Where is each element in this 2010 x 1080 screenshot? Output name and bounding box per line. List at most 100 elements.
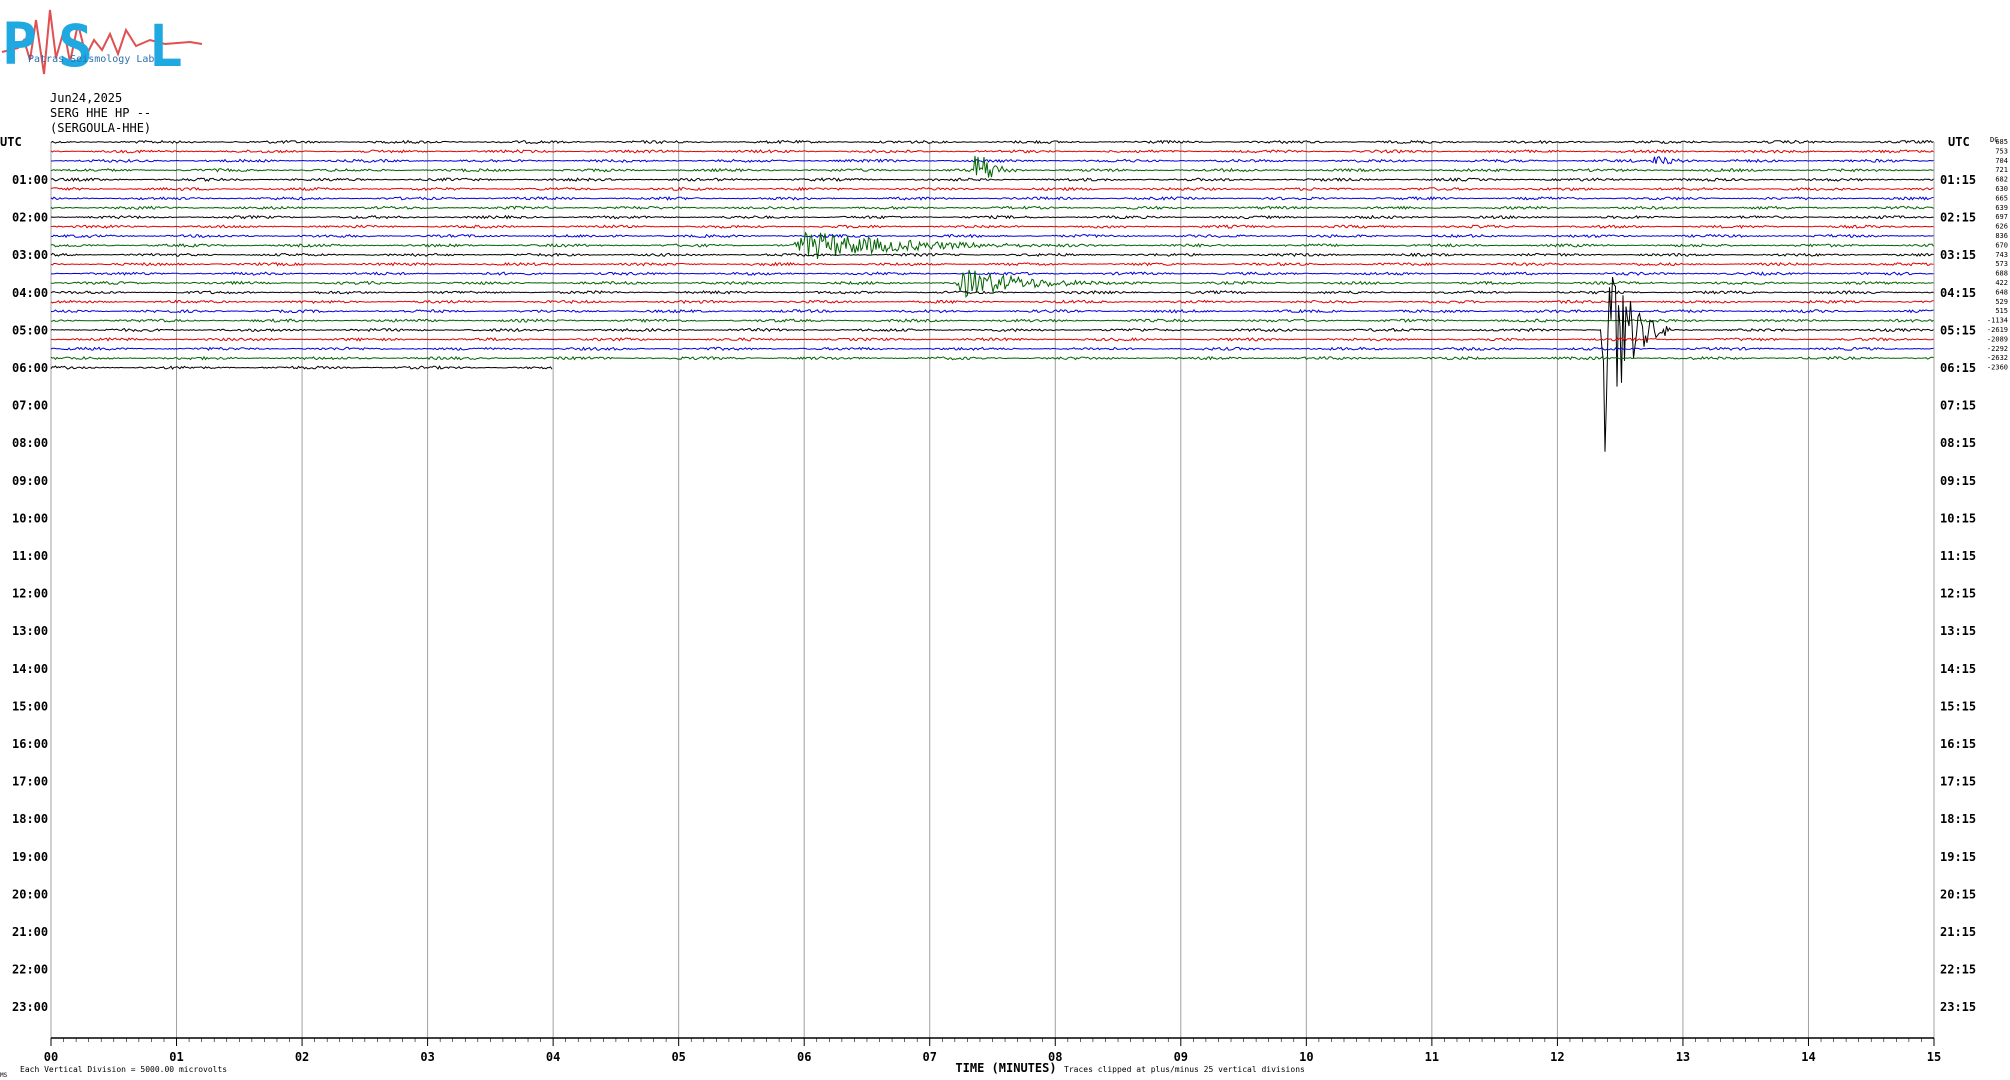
hour-label-right: 19:15 [1940, 850, 1976, 864]
x-tick-label: 01 [169, 1050, 183, 1064]
hour-label-left: 05:00 [12, 323, 48, 337]
hour-label-right: 17:15 [1940, 775, 1976, 789]
dc-offset-label: 721 [1995, 166, 2008, 174]
x-tick-label: 07 [923, 1050, 937, 1064]
dc-offset-label: 422 [1995, 279, 2008, 287]
footer-division-note: Each Vertical Division = 5000.00 microvo… [20, 1065, 227, 1074]
hour-label-left: 07:00 [12, 399, 48, 413]
dc-offset-label: 753 [1995, 147, 2008, 155]
trace-row-14 [51, 271, 1934, 276]
dc-offset-label: 670 [1995, 241, 2008, 249]
hour-label-right: 13:15 [1940, 624, 1976, 638]
x-tick-label: 02 [295, 1050, 309, 1064]
hour-label-right: 04:15 [1940, 286, 1976, 300]
dc-offset-label: 573 [1995, 260, 2008, 268]
hour-label-left: 21:00 [12, 925, 48, 939]
hour-label-left: 11:00 [12, 549, 48, 563]
hour-label-left: 16:00 [12, 737, 48, 751]
hour-label-left: 18:00 [12, 812, 48, 826]
dc-offset-label: 648 [1995, 288, 2008, 296]
utc-label-left: UTC [0, 135, 22, 149]
dc-offset-label: -2632 [1987, 354, 2008, 362]
dc-offset-label: -2360 [1987, 364, 2008, 372]
hour-label-left: 13:00 [12, 624, 48, 638]
hour-label-left: 14:00 [12, 662, 48, 676]
psl-logo: P S LPatras Seismology Lab [1, 9, 203, 80]
dc-offset-label: 515 [1995, 307, 2008, 315]
hour-label-right: 23:15 [1940, 1000, 1976, 1014]
hour-label-left: 12:00 [12, 587, 48, 601]
hour-label-right: 18:15 [1940, 812, 1976, 826]
hour-label-right: 05:15 [1940, 323, 1976, 337]
dc-offset-label: 704 [1995, 157, 2008, 165]
hour-label-right: 03:15 [1940, 248, 1976, 262]
hour-label-right: 12:15 [1940, 587, 1976, 601]
hour-label-left: 06:00 [12, 361, 48, 375]
x-axis-title: TIME (MINUTES) [955, 1061, 1056, 1075]
hour-label-left: 01:00 [12, 173, 48, 187]
hour-label-left: 20:00 [12, 887, 48, 901]
footer-mark: MS [0, 1072, 8, 1079]
trace-row-13 [50, 261, 1934, 267]
dc-offset-label: 529 [1995, 298, 2008, 306]
dc-offset-label: -2089 [1987, 335, 2008, 343]
trace-row-7 [50, 205, 1934, 211]
x-tick-label: 10 [1299, 1050, 1313, 1064]
x-tick-label: 13 [1676, 1050, 1690, 1064]
x-tick-label: 06 [797, 1050, 811, 1064]
hour-label-left: 10:00 [12, 511, 48, 525]
hour-label-left: 03:00 [12, 248, 48, 262]
trace-row-5 [50, 186, 1934, 192]
hour-label-right: 06:15 [1940, 361, 1976, 375]
trace-row-12 [50, 252, 1934, 258]
hour-label-right: 22:15 [1940, 963, 1976, 977]
trace-row-23 [50, 355, 1934, 361]
dc-offset-label: -2292 [1987, 345, 2008, 353]
dc-offset-label: 743 [1995, 251, 2008, 259]
dc-offset-label: 697 [1995, 213, 2008, 221]
hour-label-right: 10:15 [1940, 511, 1976, 525]
seismic-traces [50, 139, 1934, 452]
hour-label-right: 07:15 [1940, 399, 1976, 413]
dc-offset-label: 630 [1995, 185, 2008, 193]
hour-label-right: 15:15 [1940, 699, 1976, 713]
trace-row-17 [50, 299, 1934, 305]
header-date: Jun24,2025 [50, 91, 123, 105]
hour-label-left: 19:00 [12, 850, 48, 864]
logo-letter-p: P [2, 10, 37, 78]
dc-offset-label: -2619 [1987, 326, 2008, 334]
trace-row-0 [50, 139, 1934, 145]
trace-row-18 [50, 308, 1934, 314]
x-tick-label: 00 [44, 1050, 58, 1064]
x-tick-label: 03 [420, 1050, 434, 1064]
dc-offset-label: 665 [1995, 194, 2008, 202]
hour-label-right: 20:15 [1940, 887, 1976, 901]
trace-row-24 [50, 365, 553, 370]
trace-row-10 [50, 233, 1934, 239]
hour-label-left: 08:00 [12, 436, 48, 450]
hour-label-left: 15:00 [12, 699, 48, 713]
logo-text: Patras Seismology Lab [28, 54, 154, 65]
hour-label-left: 23:00 [12, 1000, 48, 1014]
logo-letter-l: L [148, 12, 183, 80]
x-tick-label: 05 [671, 1050, 685, 1064]
trace-row-21 [50, 337, 1934, 342]
minute-gridlines [50, 142, 1935, 1046]
header-station: SERG HHE HP -- [50, 106, 152, 120]
hour-label-left: 22:00 [12, 963, 48, 977]
hour-label-right: 09:15 [1940, 474, 1976, 488]
hour-label-right: 14:15 [1940, 662, 1976, 676]
hour-label-left: 02:00 [12, 211, 48, 225]
hour-label-right: 16:15 [1940, 737, 1976, 751]
x-tick-label: 09 [1174, 1050, 1188, 1064]
dc-offset-label: 688 [1995, 270, 2008, 278]
trace-row-20 [50, 277, 1934, 452]
header-location: (SERGOULA-HHE) [50, 121, 152, 135]
trace-row-22 [50, 346, 1934, 352]
hour-label-right: 11:15 [1940, 549, 1976, 563]
trace-row-6 [50, 195, 1934, 201]
hour-label-right: 21:15 [1940, 925, 1976, 939]
trace-row-4 [50, 177, 1934, 183]
utc-label-right: UTC [1948, 135, 1970, 149]
hour-label-right: 02:15 [1940, 211, 1976, 225]
